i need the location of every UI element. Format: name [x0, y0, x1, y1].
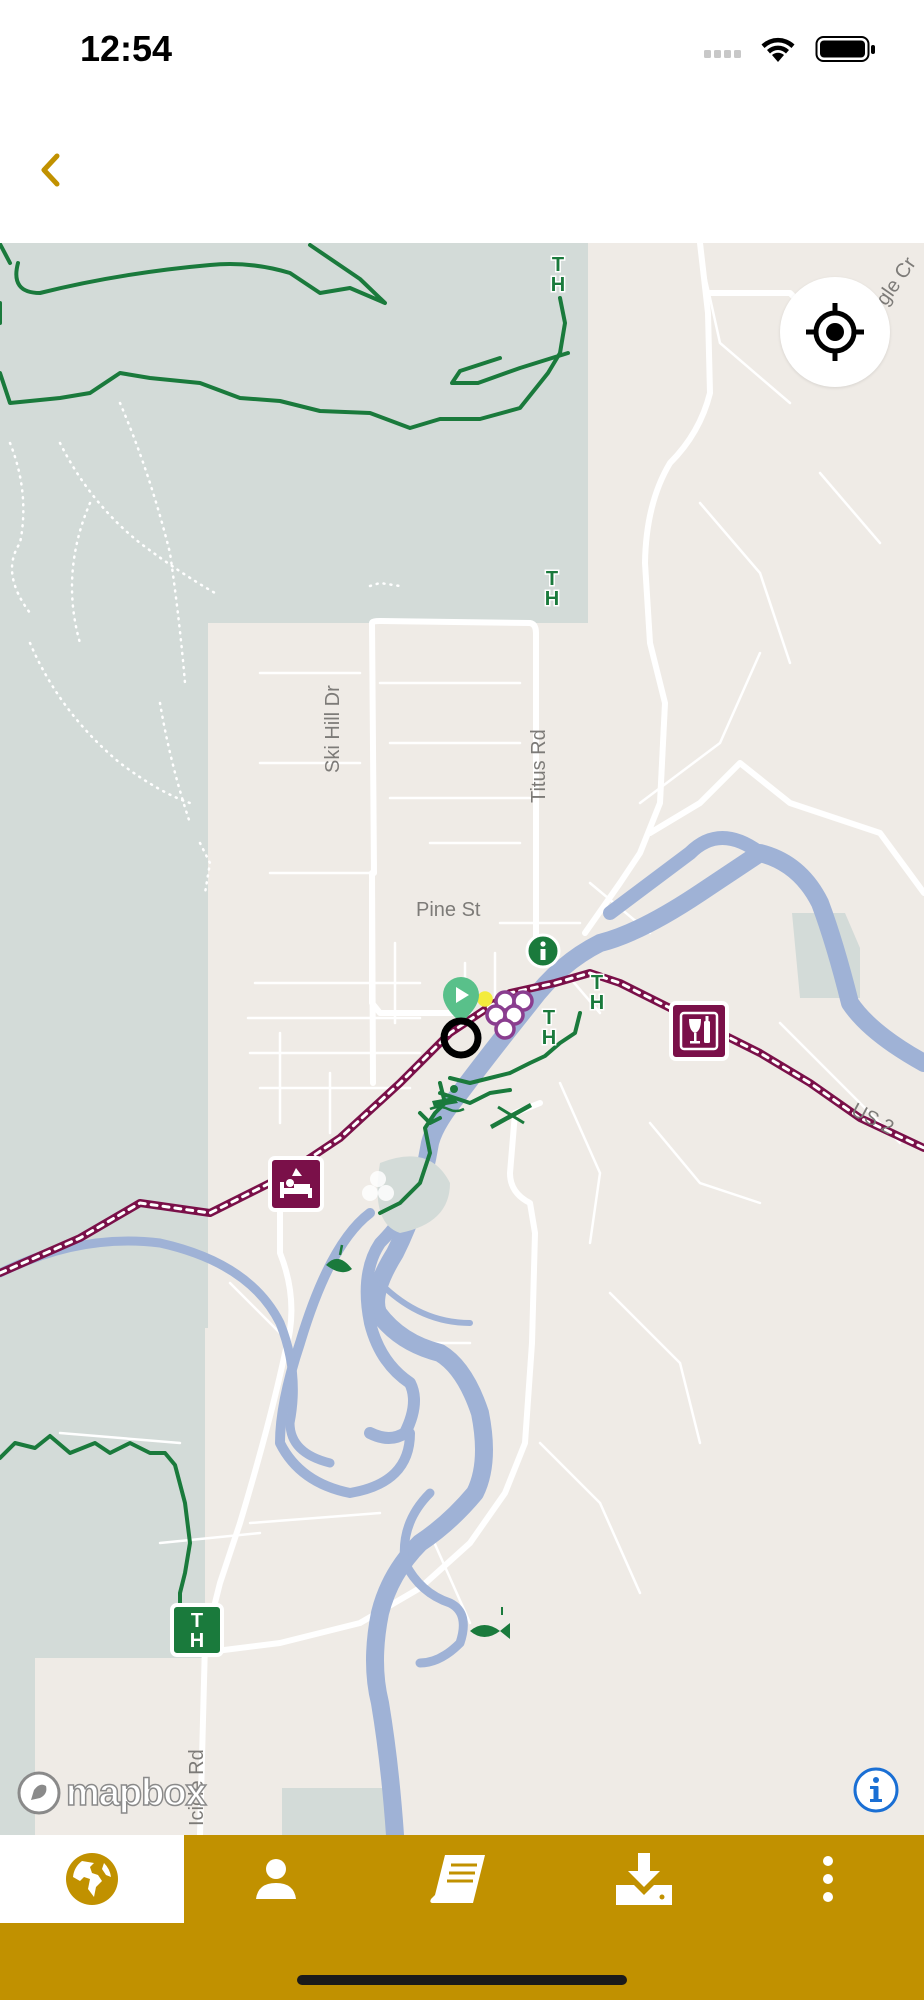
svg-text:H: H	[542, 1027, 556, 1049]
info-circle-icon	[853, 1767, 899, 1813]
map-view[interactable]: T H T H T H T H T H Ski Hill Dr Titus Rd…	[0, 243, 924, 1835]
tab-map[interactable]	[0, 1835, 184, 1923]
chevron-left-icon	[41, 153, 60, 187]
mapbox-wordmark: mapbox	[65, 1771, 207, 1815]
info-marker-icon	[525, 933, 561, 969]
trailhead-marker: T H	[543, 567, 560, 612]
map-base[interactable]: T H T H T H T H T H	[0, 243, 924, 1835]
status-time: 12:54	[80, 28, 173, 69]
grapes-marker-icon	[477, 990, 534, 1040]
road-label-titus-rd: Titus Rd	[528, 729, 550, 803]
more-vertical-icon	[823, 1856, 833, 1902]
info-button[interactable]	[852, 1766, 900, 1814]
trailhead-marker: T H	[540, 1006, 557, 1051]
globe-icon	[66, 1853, 118, 1905]
svg-text:H: H	[190, 1630, 204, 1652]
status-icons	[704, 36, 875, 62]
tab-more[interactable]	[736, 1835, 920, 1923]
navigation-bar	[0, 100, 924, 243]
cellular-signal-icon	[704, 50, 741, 58]
svg-text:H: H	[545, 588, 559, 610]
trailhead-marker: T H	[549, 253, 566, 298]
svg-text:T: T	[591, 972, 603, 994]
battery-icon	[815, 36, 875, 62]
mapbox-logo[interactable]: mapbox	[16, 1769, 207, 1817]
tab-downloads[interactable]	[552, 1835, 736, 1923]
svg-text:T: T	[543, 1007, 555, 1029]
road-label-ski-hill-dr: Ski Hill Dr	[322, 685, 344, 773]
svg-text:H: H	[590, 992, 604, 1014]
trailhead-marker: T H	[588, 971, 605, 1016]
download-icon	[616, 1853, 672, 1905]
home-indicator	[297, 1975, 627, 1985]
tab-bar	[0, 1835, 924, 2000]
svg-text:T: T	[546, 568, 558, 590]
winery-marker-icon	[669, 1001, 729, 1061]
fish-icon	[470, 1607, 510, 1639]
person-icon	[256, 1859, 296, 1899]
book-icon	[430, 1855, 485, 1903]
tab-profile[interactable]	[184, 1835, 368, 1923]
status-bar: 12:54	[0, 0, 924, 100]
road-label-pine-st: Pine St	[416, 899, 481, 921]
locate-me-button[interactable]	[780, 277, 890, 387]
mapbox-mark-icon	[17, 1771, 61, 1815]
tab-guide[interactable]	[368, 1835, 552, 1923]
trailhead-badge: T H	[170, 1603, 224, 1657]
back-button[interactable]	[28, 140, 72, 200]
wifi-icon	[761, 37, 795, 62]
lodging-marker-icon	[268, 1156, 324, 1212]
crosshair-icon	[806, 303, 864, 361]
svg-text:T: T	[552, 254, 564, 276]
svg-text:T: T	[191, 1610, 203, 1632]
svg-text:H: H	[551, 274, 565, 296]
